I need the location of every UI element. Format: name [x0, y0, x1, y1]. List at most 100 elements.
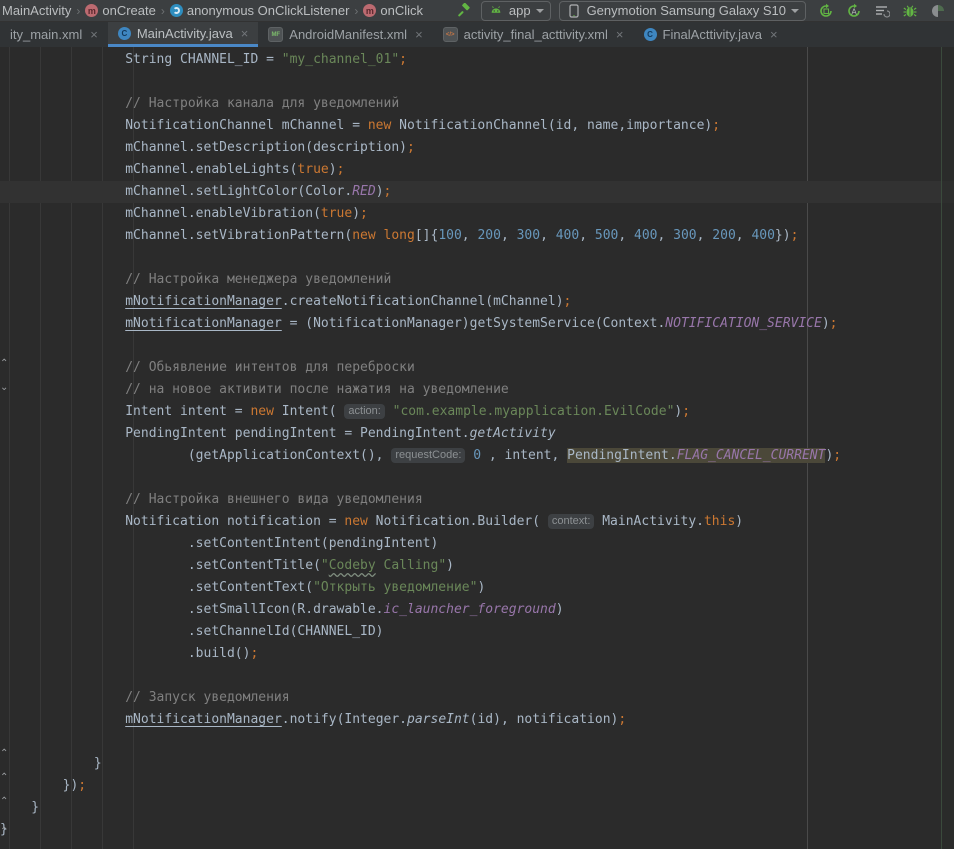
- code-line[interactable]: // на новое активити после нажатия на ув…: [0, 379, 954, 401]
- code-line[interactable]: [0, 467, 954, 489]
- code-line[interactable]: .setContentIntent(pendingIntent): [0, 533, 954, 555]
- code-line[interactable]: String CHANNEL_ID = "my_channel_01";: [0, 49, 954, 71]
- code-token: ,: [579, 228, 595, 243]
- code-token: ,: [540, 228, 556, 243]
- code-line[interactable]: .setContentText("Открыть уведомление"): [0, 577, 954, 599]
- code-line[interactable]: // Обьявление интентов для переброски: [0, 357, 954, 379]
- code-line[interactable]: }: [0, 819, 954, 841]
- code-token: [0, 712, 125, 727]
- fold-marker-icon[interactable]: ⌄: [0, 383, 8, 393]
- code-line[interactable]: });: [0, 775, 954, 797]
- code-line[interactable]: NotificationChannel mChannel = new Notif…: [0, 115, 954, 137]
- code-token: true: [297, 162, 328, 177]
- code-line[interactable]: [0, 71, 954, 93]
- code-token: new: [368, 118, 391, 133]
- code-line[interactable]: .setChannelId(CHANNEL_ID): [0, 621, 954, 643]
- tab-finalacttivity-java[interactable]: CFinalActtivity.java×: [634, 22, 788, 47]
- code-line[interactable]: [0, 731, 954, 753]
- layout-file-icon: </>: [443, 27, 458, 42]
- code-line[interactable]: [0, 335, 954, 357]
- apply-code-changes-icon[interactable]: A: [846, 3, 862, 19]
- breadcrumb-item[interactable]: MainActivity: [2, 3, 71, 18]
- code-line[interactable]: // Настройка менеджера уведомлений: [0, 269, 954, 291]
- phone-icon: [566, 3, 582, 19]
- code-token: PendingIntent pendingIntent = PendingInt…: [0, 426, 470, 441]
- code-token: Calling": [376, 558, 446, 573]
- debug-icon[interactable]: [902, 3, 918, 19]
- rerun-activity-icon[interactable]: [818, 3, 834, 19]
- fold-marker-icon[interactable]: ⌃: [0, 749, 8, 759]
- code-line[interactable]: mNotificationManager.createNotificationC…: [0, 291, 954, 313]
- build-hammer-icon[interactable]: [457, 3, 473, 19]
- code-line[interactable]: PendingIntent pendingIntent = PendingInt…: [0, 423, 954, 445]
- code-line[interactable]: .setSmallIcon(R.drawable.ic_launcher_for…: [0, 599, 954, 621]
- code-line[interactable]: mChannel.setLightColor(Color.RED);: [0, 181, 954, 203]
- breadcrumb-item[interactable]: onClick: [380, 3, 423, 18]
- code-token: getActivity: [470, 426, 556, 441]
- inlay-hint: requestCode:: [391, 448, 465, 463]
- code-line[interactable]: [0, 247, 954, 269]
- close-icon[interactable]: ×: [241, 26, 249, 41]
- code-line[interactable]: .build();: [0, 643, 954, 665]
- event-log-icon[interactable]: [874, 3, 890, 19]
- code-line[interactable]: mChannel.setVibrationPattern(new long[]{…: [0, 225, 954, 247]
- code-token: .notify(Integer.: [282, 712, 407, 727]
- code-line[interactable]: // Настройка внешнего вида уведомления: [0, 489, 954, 511]
- code-token: FLAG_CANCEL_CURRENT: [677, 448, 826, 463]
- code-line[interactable]: (getApplicationContext(), requestCode: 0…: [0, 445, 954, 467]
- code-token: (id), notification): [470, 712, 619, 727]
- code-token: [376, 228, 384, 243]
- device-label: Genymotion Samsung Galaxy S10: [587, 3, 786, 18]
- breadcrumb-separator: ›: [75, 4, 81, 18]
- breadcrumb-separator: ›: [160, 4, 166, 18]
- android-icon: [488, 3, 504, 19]
- code-token: ;: [833, 448, 841, 463]
- breadcrumb-item[interactable]: onCreate: [102, 3, 155, 18]
- code-line[interactable]: // Запуск уведомления: [0, 687, 954, 709]
- code-line[interactable]: Intent intent = new Intent( action: "com…: [0, 401, 954, 423]
- close-icon[interactable]: ×: [90, 27, 98, 42]
- code-line[interactable]: mNotificationManager.notify(Integer.pars…: [0, 709, 954, 731]
- tab-label: activity_final_acttivity.xml: [464, 27, 608, 42]
- fold-marker-icon[interactable]: ⌃: [0, 773, 8, 783]
- code-token: // на новое активити после нажатия на ув…: [0, 382, 509, 397]
- code-token: ): [446, 558, 454, 573]
- fold-marker-icon[interactable]: ⌃: [0, 359, 8, 369]
- device-selector[interactable]: Genymotion Samsung Galaxy S10: [559, 1, 806, 21]
- toolbar-action-icons: A: [814, 3, 950, 19]
- tab-androidmanifest-xml[interactable]: MFAndroidManifest.xml×: [258, 22, 432, 47]
- code-line[interactable]: mChannel.enableLights(true);: [0, 159, 954, 181]
- code-token: .setContentTitle(: [0, 558, 321, 573]
- breadcrumb-item[interactable]: anonymous OnClickListener: [187, 3, 350, 18]
- fold-marker-icon[interactable]: ⌃: [0, 797, 8, 807]
- code-line[interactable]: mChannel.enableVibration(true);: [0, 203, 954, 225]
- code-line[interactable]: }: [0, 753, 954, 775]
- code-line[interactable]: [0, 665, 954, 687]
- code-token: Notification.Builder(: [368, 514, 548, 529]
- code-token: new: [250, 404, 273, 419]
- code-line[interactable]: mChannel.setDescription(description);: [0, 137, 954, 159]
- code-token: .setContentIntent(pendingIntent): [0, 536, 438, 551]
- fold-marker-icon[interactable]: ⌃: [0, 827, 8, 837]
- editor-scrollbar[interactable]: [941, 47, 954, 849]
- tab-mainactivity-java[interactable]: CMainActivity.java×: [108, 22, 258, 47]
- code-line[interactable]: Notification notification = new Notifica…: [0, 511, 954, 533]
- code-line[interactable]: mNotificationManager = (NotificationMana…: [0, 313, 954, 335]
- close-icon[interactable]: ×: [616, 27, 624, 42]
- code-line[interactable]: }: [0, 797, 954, 819]
- close-icon[interactable]: ×: [770, 27, 778, 42]
- tab-ity-main-xml[interactable]: ity_main.xml×: [0, 22, 108, 47]
- code-editor[interactable]: String CHANNEL_ID = "my_channel_01"; // …: [0, 47, 954, 849]
- run-configuration-selector[interactable]: app: [481, 1, 551, 21]
- code-token: [0, 316, 125, 331]
- close-icon[interactable]: ×: [415, 27, 423, 42]
- code-token: "com.example.myapplication.EvilCode": [393, 404, 675, 419]
- editor-tab-bar: ity_main.xml×CMainActivity.java×MFAndroi…: [0, 22, 954, 47]
- code-token: 0: [473, 448, 481, 463]
- code-line[interactable]: // Настройка канала для уведомлений: [0, 93, 954, 115]
- profiler-icon[interactable]: [930, 3, 946, 19]
- tab-activity-final-acttivity-xml[interactable]: </> activity_final_acttivity.xml ×: [433, 22, 634, 47]
- code-token: "my_channel_01": [282, 52, 399, 67]
- code-token: }): [775, 228, 791, 243]
- code-line[interactable]: .setContentTitle("Codeby Calling"): [0, 555, 954, 577]
